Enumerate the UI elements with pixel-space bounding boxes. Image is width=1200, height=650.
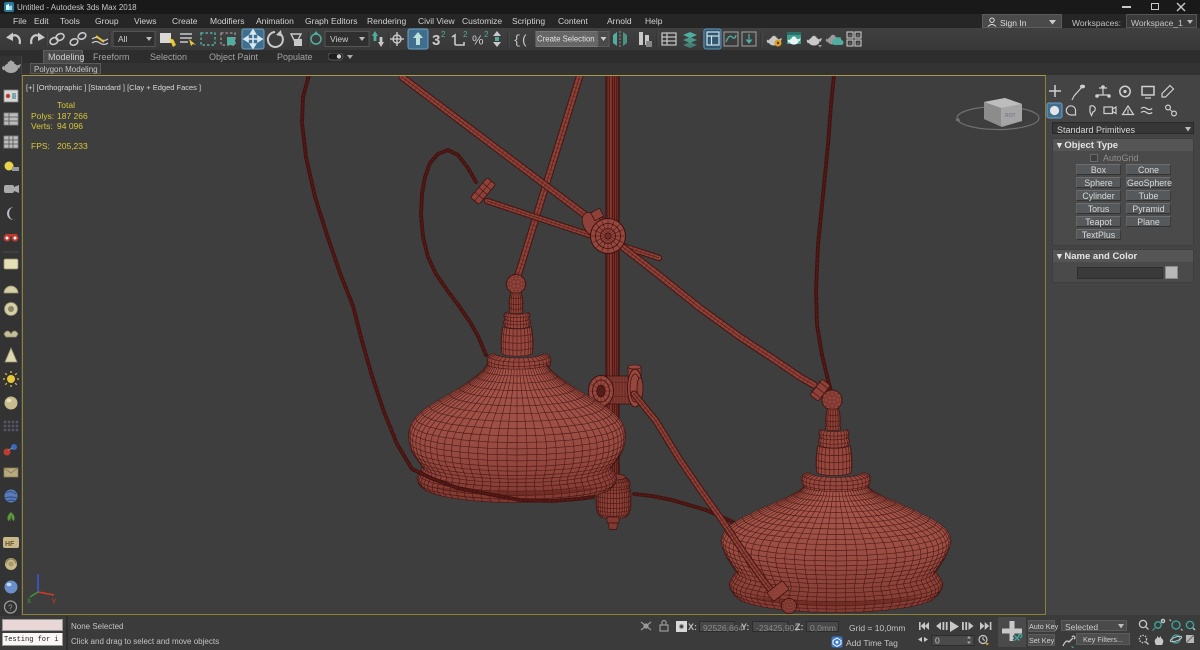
svg-text:{(: {( (513, 33, 529, 48)
svg-text:0: 0 (935, 636, 940, 646)
svg-text:x: x (27, 596, 31, 604)
svg-text:A: A (849, 33, 852, 38)
svg-text:A: A (849, 41, 852, 46)
svg-text:All: All (118, 34, 128, 44)
svg-text:2: 2 (484, 30, 489, 39)
svg-text:Create Selection Se: Create Selection Se (537, 35, 606, 44)
svg-text:2: 2 (463, 30, 468, 39)
svg-text:?: ? (8, 604, 13, 613)
svg-text:A: A (857, 33, 860, 38)
svg-text:A: A (857, 41, 860, 46)
svg-text:%: % (472, 33, 484, 48)
svg-text:View: View (330, 34, 349, 44)
svg-text:3: 3 (432, 32, 440, 49)
svg-text:HF: HF (5, 541, 15, 548)
svg-text:2: 2 (441, 30, 446, 39)
svg-text:y: y (52, 596, 56, 604)
svg-text:ROT: ROT (1005, 113, 1016, 119)
